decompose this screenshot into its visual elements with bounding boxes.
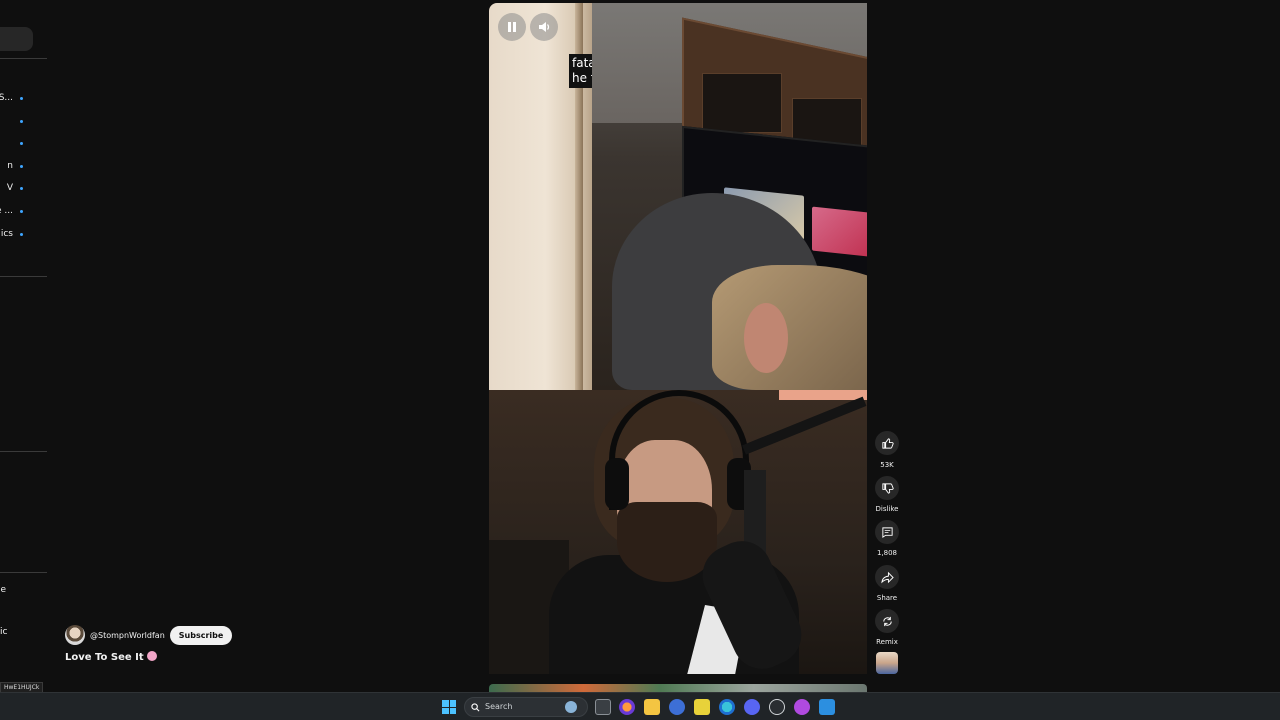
sidebar-subscription-item[interactable] [0, 133, 47, 155]
channel-avatar[interactable] [65, 625, 85, 645]
edge-icon[interactable] [719, 699, 735, 715]
remix-button[interactable] [875, 609, 899, 633]
pause-button[interactable] [498, 13, 526, 41]
comments-button[interactable] [875, 520, 899, 544]
emoji-icon [146, 651, 157, 661]
new-content-dot [20, 187, 23, 190]
like-count: 53K [880, 461, 894, 469]
person-ear [744, 303, 788, 373]
share-label: Share [876, 594, 898, 602]
sidebar-item[interactable]: ic [0, 627, 47, 637]
sidebar-divider [0, 572, 47, 573]
volume-icon [539, 22, 550, 32]
channel-info: @StompnWorldfan Subscribe [65, 624, 233, 646]
channel-handle[interactable]: @StompnWorldfan [90, 631, 165, 640]
search-icon [471, 703, 480, 712]
sidebar-subscription-item[interactable]: V [0, 178, 47, 200]
app-icon[interactable] [669, 699, 685, 715]
app-icon[interactable] [794, 699, 810, 715]
person-hair [712, 265, 867, 390]
new-content-dot [20, 97, 23, 100]
sidebar-item[interactable]: e [0, 585, 47, 595]
sidebar-divider [0, 58, 47, 59]
thumbs-down-icon [881, 482, 894, 494]
pause-icon [508, 22, 516, 32]
new-content-dot [20, 120, 23, 123]
sidebar-subscription-item[interactable] [0, 111, 47, 133]
volume-button[interactable] [530, 13, 558, 41]
new-content-dot [20, 165, 23, 168]
task-view-icon[interactable] [595, 699, 611, 715]
search-highlight-icon [565, 701, 577, 713]
thumbs-up-icon [881, 437, 894, 449]
new-content-dot [20, 210, 23, 213]
youtube-shorts-page: n S... n V ore ... ics e ic fata he f [0, 0, 1280, 720]
next-short-preview[interactable] [489, 684, 867, 692]
steam-icon[interactable] [769, 699, 785, 715]
share-button[interactable] [875, 565, 899, 589]
taskbar-search[interactable]: Search [464, 697, 588, 717]
notes-icon[interactable] [694, 699, 710, 715]
taskbar: Search [0, 692, 1280, 720]
new-content-dot [20, 142, 23, 145]
comment-icon [881, 526, 893, 538]
sidebar-selected-item[interactable] [0, 27, 33, 51]
video-room-scene [592, 3, 867, 390]
dislike-label: Dislike [875, 505, 899, 513]
new-content-dot [20, 233, 23, 236]
firefox-icon[interactable] [619, 699, 635, 715]
share-icon [880, 571, 894, 583]
sidebar-subscription-item[interactable]: ore ... [0, 201, 47, 223]
file-explorer-icon[interactable] [644, 699, 660, 715]
remix-label: Remix [876, 638, 898, 646]
comment-count: 1,808 [876, 549, 898, 557]
subscribe-button[interactable]: Subscribe [169, 625, 233, 645]
dislike-button[interactable] [875, 476, 899, 500]
sidebar-subscription-item[interactable]: ics [0, 224, 47, 246]
sidebar-divider [0, 276, 47, 277]
streamer-webcam [489, 390, 867, 674]
sound-avatar[interactable] [876, 652, 898, 674]
like-button[interactable] [875, 431, 899, 455]
short-video-player[interactable]: fata he f [489, 3, 867, 674]
mic-arm [742, 396, 867, 455]
sidebar-subscription-item[interactable]: n [0, 156, 47, 178]
short-title[interactable]: Love To See It [65, 651, 157, 663]
remix-icon [882, 616, 892, 626]
windows-start-icon[interactable] [442, 700, 456, 714]
app-icon[interactable] [819, 699, 835, 715]
discord-icon[interactable] [744, 699, 760, 715]
sidebar-subscription-item[interactable]: n S... [0, 88, 47, 110]
sidebar: n S... n V ore ... ics e ic [0, 0, 47, 692]
sidebar-divider [0, 451, 47, 452]
